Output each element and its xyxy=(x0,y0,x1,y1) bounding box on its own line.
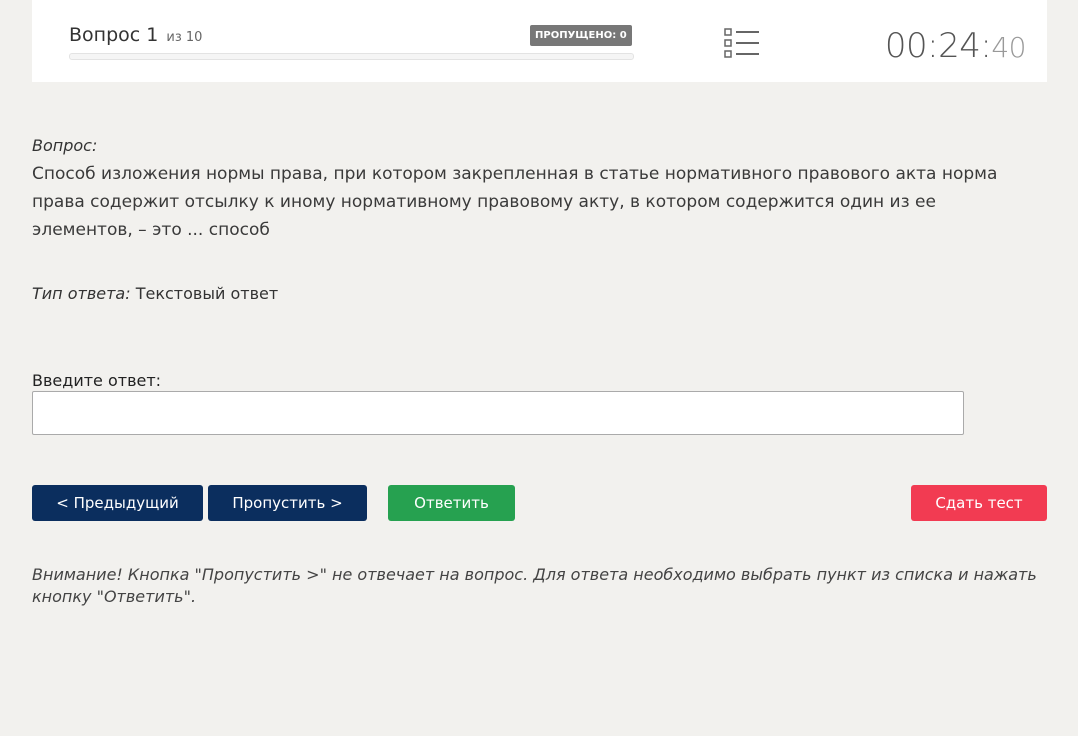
answer-type-label: Тип ответа: xyxy=(32,284,131,303)
question-counter-label: Вопрос xyxy=(69,24,141,46)
timer-main: 00:24 xyxy=(884,26,981,66)
answer-input[interactable] xyxy=(32,391,964,435)
question-text: Способ изложения нормы права, при которо… xyxy=(32,164,998,240)
header-bar: Вопрос 1 из 10 ПРОПУЩЕНО: 0 00:24:40 xyxy=(32,0,1047,82)
answer-type: Тип ответа: Текстовый ответ xyxy=(32,284,278,303)
answer-input-label: Введите ответ: xyxy=(32,371,162,390)
question-counter-total: из 10 xyxy=(166,30,203,45)
question-label: Вопрос: xyxy=(32,136,98,155)
list-icon[interactable] xyxy=(724,27,760,59)
skipped-badge: ПРОПУЩЕНО: 0 xyxy=(530,25,632,46)
previous-button[interactable]: < Предыдущий xyxy=(32,485,203,521)
answer-type-value: Текстовый ответ xyxy=(135,284,279,303)
question-counter-number: 1 xyxy=(146,24,159,46)
progress-bar xyxy=(69,53,634,60)
notice-text: Внимание! Кнопка "Пропустить >" не отвеч… xyxy=(32,565,1037,606)
timer-separator: : xyxy=(980,26,992,66)
submit-test-button[interactable]: Сдать тест xyxy=(911,485,1047,521)
answer-button[interactable]: Ответить xyxy=(388,485,515,521)
question-counter: Вопрос 1 из 10 xyxy=(69,24,202,46)
skip-button[interactable]: Пропустить > xyxy=(208,485,367,521)
timer: 00:24:40 xyxy=(884,26,1027,66)
timer-seconds: 40 xyxy=(991,31,1026,64)
